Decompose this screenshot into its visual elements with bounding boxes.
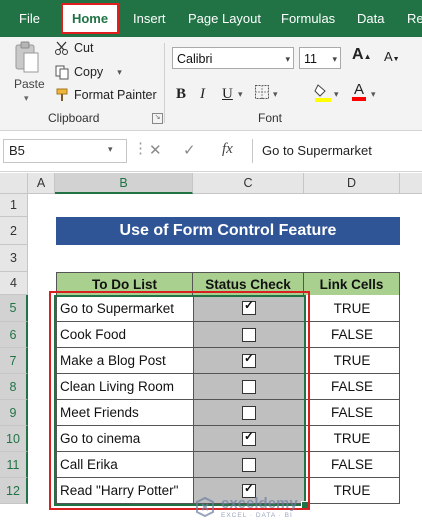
row-header-5[interactable]: 5 bbox=[0, 295, 28, 322]
copy-icon bbox=[54, 64, 70, 80]
increase-font-size-button[interactable]: A▲ bbox=[352, 46, 371, 64]
row-header-11[interactable]: 11 bbox=[0, 452, 28, 478]
row-header-1[interactable]: 1 bbox=[0, 194, 28, 217]
tab-data[interactable]: Data bbox=[357, 0, 384, 37]
underline-button[interactable]: U bbox=[222, 83, 233, 105]
watermark-logo: exceldemy EXCEL · DATA · BI bbox=[194, 491, 314, 523]
ribbon-home: Paste ▾ Cut Copy ▾ Format Painter Clipbo… bbox=[0, 37, 422, 131]
copy-label: Copy bbox=[74, 65, 104, 79]
name-box-dropdown-icon[interactable]: ▾ bbox=[108, 144, 113, 155]
link-cell[interactable]: FALSE bbox=[304, 452, 400, 478]
clipboard-group-label: Clipboard bbox=[48, 111, 100, 125]
increase-font-label: A bbox=[352, 46, 364, 63]
decrease-font-label: A bbox=[384, 49, 393, 64]
borders-dropdown-icon[interactable]: ▾ bbox=[273, 83, 278, 105]
copy-button[interactable]: Copy ▾ bbox=[54, 62, 122, 82]
row-header-9[interactable]: 9 bbox=[0, 400, 28, 426]
tab-review[interactable]: Re bbox=[407, 0, 422, 37]
fill-bucket-icon bbox=[314, 82, 332, 106]
link-cell[interactable]: TRUE bbox=[304, 426, 400, 452]
column-header-e[interactable] bbox=[400, 173, 422, 194]
link-cell[interactable]: FALSE bbox=[304, 400, 400, 426]
fill-color-button[interactable] bbox=[314, 83, 332, 105]
row-header-12[interactable]: 12 bbox=[0, 478, 28, 504]
italic-button[interactable]: I bbox=[200, 83, 205, 105]
select-all-corner[interactable] bbox=[0, 173, 28, 194]
column-header-c[interactable]: C bbox=[193, 173, 304, 194]
format-painter-label: Format Painter bbox=[74, 88, 157, 102]
font-color-icon: A bbox=[353, 81, 364, 98]
tab-file[interactable]: File bbox=[19, 0, 40, 37]
row-header-2[interactable]: 2 bbox=[0, 217, 28, 245]
font-size-select[interactable]: 11 ▾ bbox=[299, 47, 341, 69]
fill-color-dropdown-icon[interactable]: ▾ bbox=[334, 83, 339, 105]
enter-check-icon[interactable]: ✓ bbox=[183, 141, 196, 159]
caret-down-icon: ▼ bbox=[392, 56, 400, 63]
row-header-8[interactable]: 8 bbox=[0, 374, 28, 400]
cut-label: Cut bbox=[74, 41, 94, 55]
row-header-4[interactable]: 4 bbox=[0, 272, 28, 295]
tab-formulas[interactable]: Formulas bbox=[281, 0, 335, 37]
column-header-d[interactable]: D bbox=[304, 173, 400, 194]
chevron-down-icon: ▾ bbox=[332, 54, 337, 64]
highlight-box bbox=[49, 291, 310, 510]
row-header-10[interactable]: 10 bbox=[0, 426, 28, 452]
font-color-button[interactable]: A bbox=[352, 81, 366, 105]
chevron-down-icon: ▾ bbox=[285, 54, 290, 64]
underline-dropdown-icon[interactable]: ▾ bbox=[238, 83, 243, 105]
format-painter-button[interactable]: Format Painter bbox=[54, 85, 157, 105]
watermark-tagline: EXCEL · DATA · BI bbox=[221, 512, 293, 519]
borders-icon bbox=[254, 84, 270, 104]
ribbon-tab-bar: File Home Insert Page Layout Formulas Da… bbox=[0, 0, 422, 37]
row-header-6[interactable]: 6 bbox=[0, 322, 28, 348]
formula-input[interactable]: Go to Supermarket bbox=[252, 139, 422, 163]
font-name-select[interactable]: Calibri ▾ bbox=[172, 47, 294, 69]
insert-function-icon[interactable]: fx bbox=[222, 141, 233, 158]
paste-dropdown-icon[interactable]: ▾ bbox=[24, 93, 29, 104]
format-painter-icon bbox=[54, 87, 70, 103]
link-cell[interactable]: TRUE bbox=[304, 478, 400, 504]
font-group-label: Font bbox=[258, 111, 283, 125]
font-size-value: 11 bbox=[304, 52, 317, 66]
copy-dropdown-icon[interactable]: ▾ bbox=[117, 67, 122, 78]
formula-bar: B5 ▾ ⋮ ✕ ✓ fx Go to Supermarket bbox=[0, 131, 422, 172]
caret-up-icon: ▲ bbox=[363, 52, 372, 61]
row-header-3[interactable]: 3 bbox=[0, 245, 28, 272]
tab-insert[interactable]: Insert bbox=[133, 0, 166, 37]
ribbon-separator bbox=[164, 43, 165, 123]
decrease-font-size-button[interactable]: A▼ bbox=[384, 49, 400, 64]
cancel-icon[interactable]: ✕ bbox=[149, 141, 162, 159]
font-color-swatch bbox=[352, 97, 366, 101]
link-cell[interactable]: FALSE bbox=[304, 374, 400, 400]
sheet-title[interactable]: Use of Form Control Feature bbox=[56, 217, 400, 245]
borders-button[interactable] bbox=[254, 83, 270, 105]
column-header-a[interactable]: A bbox=[28, 173, 55, 194]
row-header-7[interactable]: 7 bbox=[0, 348, 28, 374]
bold-button[interactable]: B bbox=[176, 83, 186, 105]
scissors-icon bbox=[54, 40, 70, 56]
column-header-b[interactable]: B bbox=[55, 173, 193, 194]
header-link-cells[interactable]: Link Cells bbox=[304, 272, 400, 296]
font-color-dropdown-icon[interactable]: ▾ bbox=[371, 83, 376, 105]
font-name-value: Calibri bbox=[177, 52, 213, 66]
link-cell[interactable]: FALSE bbox=[304, 322, 400, 348]
exceldemy-logo-icon bbox=[196, 496, 214, 518]
worksheet-grid: A B C D 1 2 3 4 5 6 7 8 9 10 11 12 Use of Form Cont… bbox=[0, 173, 422, 527]
link-cell[interactable]: TRUE bbox=[304, 295, 400, 322]
link-cell[interactable]: TRUE bbox=[304, 348, 400, 374]
paste-button[interactable]: Paste bbox=[14, 77, 45, 91]
watermark-name: exceldemy bbox=[221, 495, 298, 512]
clipboard-launcher-icon[interactable]: ↘ bbox=[152, 113, 163, 124]
tab-home[interactable]: Home bbox=[61, 3, 119, 34]
formula-bar-grip-icon: ⋮ bbox=[133, 140, 148, 157]
tab-page-layout[interactable]: Page Layout bbox=[188, 0, 261, 37]
paste-icon[interactable] bbox=[14, 41, 40, 75]
cut-button[interactable]: Cut bbox=[54, 38, 93, 58]
